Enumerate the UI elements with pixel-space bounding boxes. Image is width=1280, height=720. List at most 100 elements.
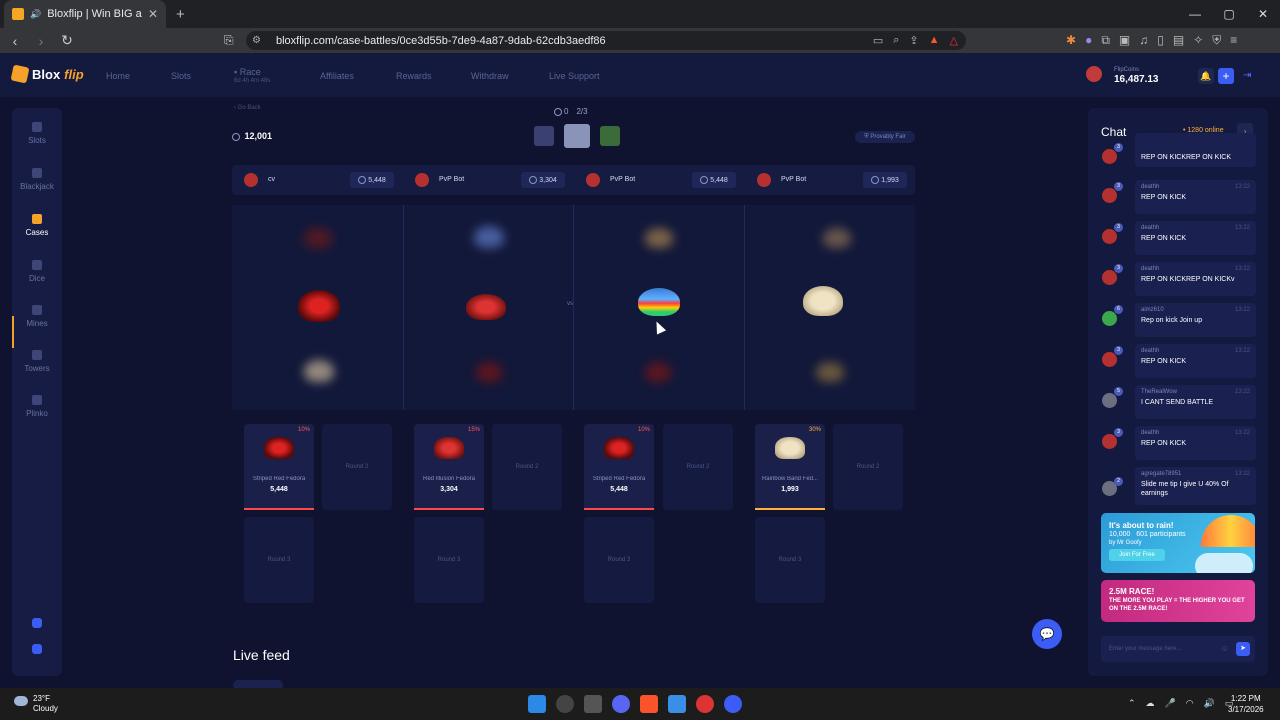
avatar[interactable] [1102, 229, 1117, 244]
sidebar-item-slots[interactable]: Slots [12, 122, 62, 145]
player-slot[interactable]: PvP Bot 5,448 [574, 165, 744, 195]
extension-icon[interactable]: ▣ [1119, 33, 1130, 48]
share-icon[interactable]: ⇪ [909, 34, 918, 47]
onedrive-icon[interactable]: ☁ [1146, 698, 1155, 709]
tray-chevron-icon[interactable]: ⌃ [1128, 698, 1136, 709]
result-card[interactable]: 10% Striped Red Fedora 5,448 [584, 424, 654, 510]
user-avatar[interactable] [1086, 66, 1102, 82]
clock[interactable]: 1:22 PM 3/17/2026 [1228, 693, 1264, 715]
logout-icon[interactable]: ⇥ [1243, 70, 1251, 81]
sidebar-item-blackjack[interactable]: Blackjack [12, 168, 62, 191]
nav-rewards[interactable]: Rewards [396, 71, 432, 81]
sidebar-item-cases[interactable]: Cases [12, 214, 62, 237]
brave-icon[interactable] [640, 695, 658, 713]
wallet-icon[interactable]: ▤ [1173, 33, 1184, 48]
brave-rewards-icon[interactable]: △ [950, 34, 958, 47]
chat-input[interactable]: Enter your message here... ☺ ➤ [1101, 636, 1255, 662]
extension-icon[interactable]: ✱ [1066, 33, 1076, 48]
nav-slots[interactable]: Slots [171, 71, 191, 81]
deposit-plus-button[interactable]: + [1218, 68, 1234, 84]
emoji-icon[interactable]: ☺ [1221, 644, 1229, 653]
vpn-icon[interactable]: ⛨ [1212, 33, 1221, 48]
avatar[interactable] [1102, 311, 1117, 326]
send-icon[interactable]: ➤ [1236, 642, 1250, 656]
avatar[interactable] [1102, 393, 1117, 408]
discord-icon[interactable] [32, 644, 42, 654]
start-icon[interactable] [528, 695, 546, 713]
brave-shields-icon[interactable]: ▲ [929, 34, 940, 47]
extensions-puzzle-icon[interactable]: ⧉ [1101, 33, 1110, 48]
forward-icon[interactable]: › [30, 33, 52, 49]
discord-icon[interactable] [612, 695, 630, 713]
sidebar-item-mines[interactable]: Mines [12, 305, 62, 328]
menu-icon[interactable]: ≡ [1230, 33, 1237, 48]
sidebar-icon[interactable]: ▯ [1157, 33, 1164, 48]
chat-message: 3 deathh 13:22 REP ON KICK [1102, 221, 1256, 257]
notifications-bell-icon[interactable]: 🔔 [1198, 68, 1214, 84]
avatar[interactable] [1102, 188, 1117, 203]
minimize-button[interactable]: — [1178, 0, 1212, 28]
avatar[interactable] [1102, 149, 1117, 164]
player-avatar [586, 173, 600, 187]
player-slot[interactable]: PvP Bot 1,993 [745, 165, 915, 195]
nav-live-support[interactable]: Live Support [549, 71, 600, 81]
sidebar-item-plinko[interactable]: Plinko [12, 395, 62, 418]
avatar[interactable] [1102, 270, 1117, 285]
app-icon[interactable] [696, 695, 714, 713]
coin-icon [554, 107, 562, 116]
cast-icon[interactable]: ▭ [873, 34, 883, 47]
site-info-icon[interactable]: ⚙ [252, 35, 266, 46]
players-bar: cv 5,448 PvP Bot 3,304 PvP Bot 5,448 PvP… [232, 165, 915, 195]
go-back-link[interactable]: ‹ Go Back [234, 105, 261, 111]
drop-chance: 10% [297, 427, 310, 433]
zoom-icon[interactable]: ⌕ [893, 34, 899, 47]
case-thumbnail-current[interactable] [564, 124, 590, 148]
player-value: 5,448 [692, 172, 736, 188]
maximize-button[interactable]: ▢ [1212, 0, 1246, 28]
volume-icon[interactable]: 🔊 [1204, 698, 1215, 709]
wifi-icon[interactable]: ◠ [1186, 698, 1194, 709]
player-slot[interactable]: PvP Bot 3,304 [403, 165, 573, 195]
url-field[interactable]: ⚙ bloxflip.com/case-battles/0ce3d55b-7de… [246, 31, 966, 50]
shield-icon[interactable] [32, 618, 42, 628]
back-icon[interactable]: ‹ [4, 33, 26, 49]
case-thumbnail[interactable] [534, 126, 554, 146]
close-tab-icon[interactable]: ✕ [148, 7, 158, 21]
chat-panel: Chat • 1280 online › 3 REP ON KICKREP ON… [1088, 108, 1268, 676]
avatar[interactable] [1102, 352, 1117, 367]
defender-icon[interactable] [668, 695, 686, 713]
avatar[interactable] [1102, 434, 1117, 449]
nav-affiliates[interactable]: Affiliates [320, 71, 354, 81]
sidebar-item-towers[interactable]: Towers [12, 350, 62, 373]
new-tab-button[interactable]: + [176, 6, 185, 23]
speaker-icon: 🔊 [30, 8, 42, 19]
system-tray: ⌃ ☁ 🎤 ◠ 🔊 ▭ [1128, 698, 1233, 709]
result-card[interactable]: 10% Striped Red Fedora 5,448 [244, 424, 314, 510]
nav-withdraw[interactable]: Withdraw [471, 71, 509, 81]
result-card[interactable]: 15% Red Illusion Fedora 3,304 [414, 424, 484, 510]
player-slot[interactable]: cv 5,448 [232, 165, 402, 195]
provably-fair-badge[interactable]: ⛨ Provably Fair [855, 131, 915, 143]
nav-home[interactable]: Home [106, 71, 130, 81]
join-rain-button[interactable]: Join For Free [1109, 549, 1165, 561]
search-icon[interactable] [556, 695, 574, 713]
round-counter: 2/3 [576, 107, 588, 116]
nav-race[interactable]: ▪ Race 6d 4h 4m 48s [234, 67, 270, 84]
browser-tab[interactable]: 🔊 Bloxflip | Win BIG at the #1 g ✕ [4, 0, 166, 28]
media-icon[interactable]: ♫ [1139, 33, 1148, 48]
app-icon[interactable] [724, 695, 742, 713]
result-card[interactable]: 30% Rainbow Band Fed... 1,993 [755, 424, 825, 510]
sidebar-item-dice[interactable]: Dice [12, 260, 62, 283]
microphone-icon[interactable]: 🎤 [1165, 698, 1176, 709]
race-banner[interactable]: 2.5M RACE! THE MORE YOU PLAY = THE HIGHE… [1101, 580, 1255, 622]
file-explorer-icon[interactable] [584, 695, 602, 713]
chat-bubble-button[interactable]: 💬 [1032, 619, 1062, 649]
close-window-button[interactable]: ✕ [1246, 0, 1280, 28]
bookmark-icon[interactable]: ⎘ [224, 33, 234, 48]
taskbar-apps [528, 695, 742, 713]
reload-icon[interactable]: ↻ [56, 32, 78, 49]
case-thumbnail[interactable] [600, 126, 620, 146]
extension-icon[interactable]: ● [1085, 33, 1092, 48]
bloxflip-logo[interactable]: Blox flip [10, 64, 84, 84]
leo-ai-icon[interactable]: ✧ [1193, 33, 1203, 48]
